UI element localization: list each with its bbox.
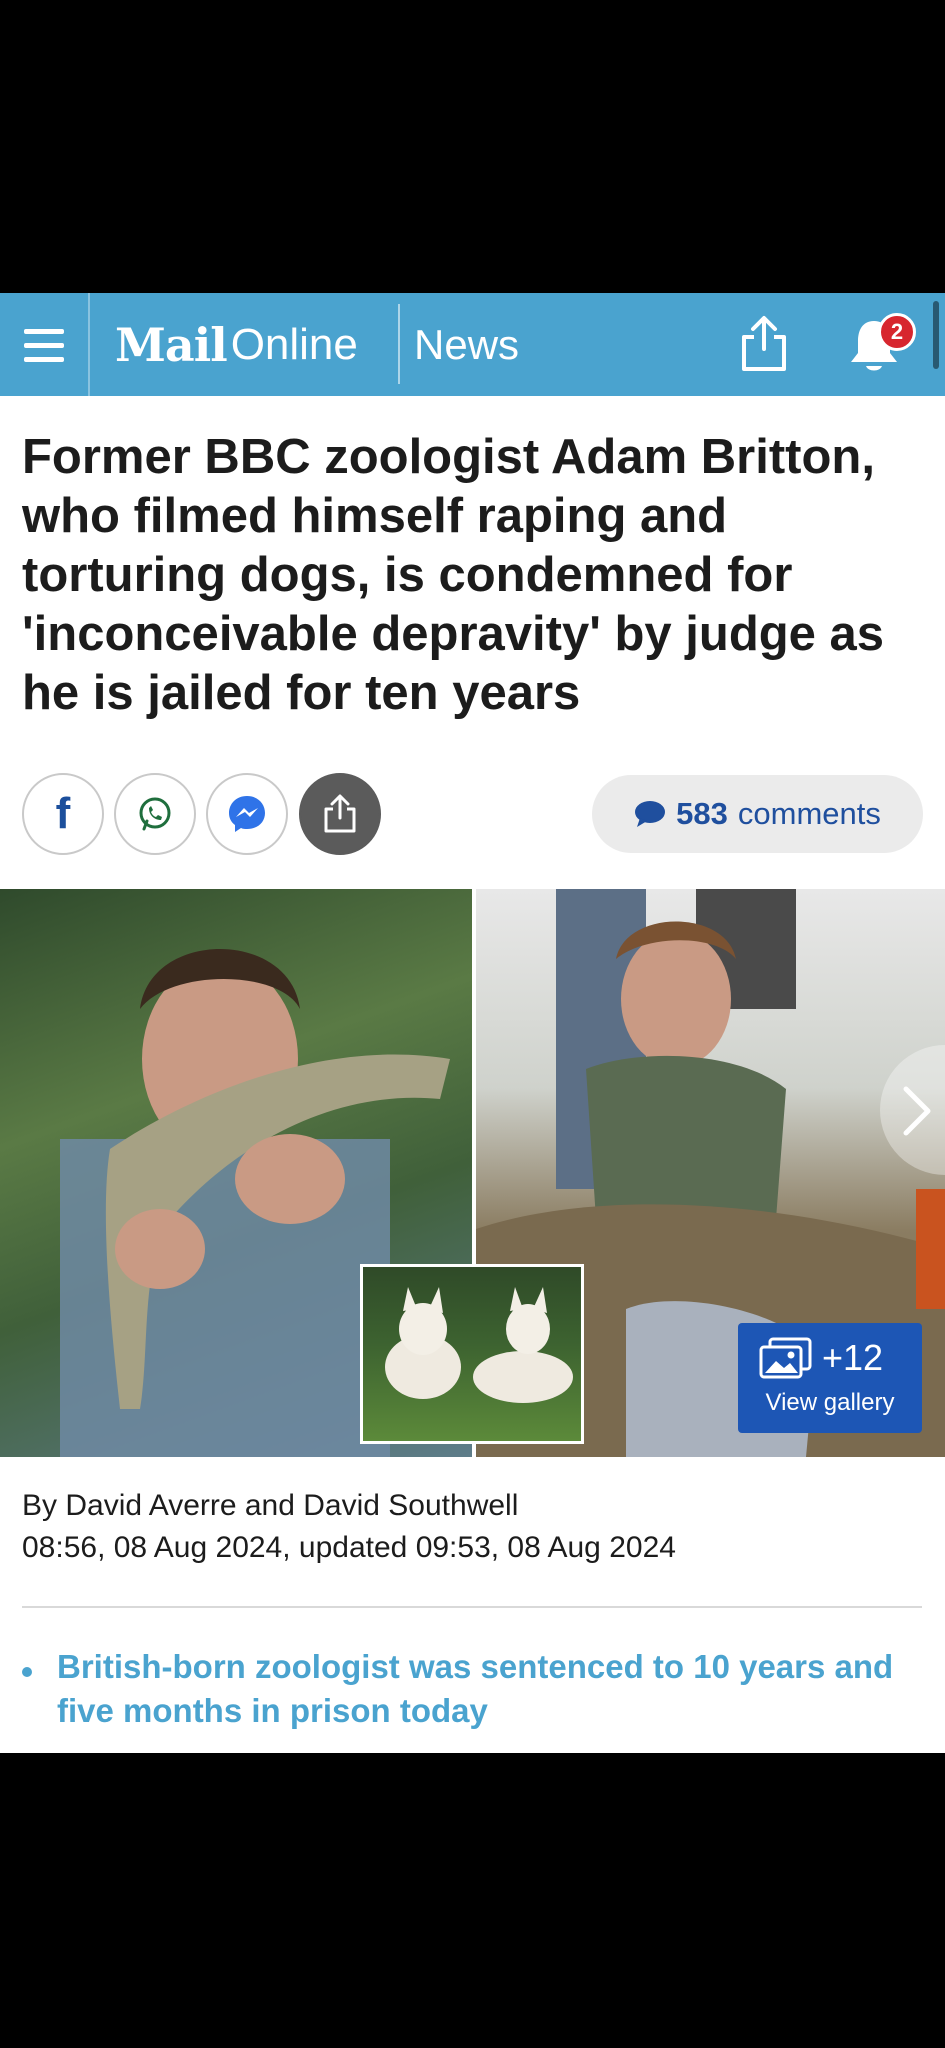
- whatsapp-share-button[interactable]: [114, 773, 196, 855]
- menu-button[interactable]: [0, 293, 90, 396]
- messenger-share-button[interactable]: [206, 773, 288, 855]
- article-dateline: 08:56, 08 Aug 2024, updated 09:53, 08 Au…: [22, 1531, 676, 1564]
- article-page: Mail Online News 2 Former BBC zoologist …: [0, 293, 945, 1753]
- gallery-count: +12: [822, 1337, 884, 1378]
- comments-count: 583: [676, 796, 728, 831]
- bullet-marker: [22, 1667, 32, 1677]
- logo-mail-text: Mail: [115, 317, 228, 372]
- article-headline: Former BBC zoologist Adam Britton, who f…: [22, 430, 885, 720]
- facebook-share-button[interactable]: f: [22, 773, 104, 855]
- scrollbar[interactable]: [933, 301, 939, 369]
- comments-label: comments: [737, 796, 881, 831]
- logo-online-text: Online: [230, 319, 358, 369]
- comments-button[interactable]: 583 comments: [592, 775, 923, 853]
- chevron-right-icon: [903, 1086, 931, 1136]
- whatsapp-icon: [139, 797, 171, 831]
- top-navigation-bar: Mail Online News 2: [0, 293, 945, 396]
- summary-bullet: British-born zoologist was sentenced to …: [57, 1648, 894, 1729]
- gallery-label: View gallery: [765, 1389, 895, 1416]
- notification-badge[interactable]: 2: [878, 313, 916, 351]
- article-hero-image[interactable]: +12 View gallery: [0, 889, 945, 1457]
- gallery-icon: [759, 1337, 812, 1379]
- menu-icon: [24, 343, 64, 348]
- section-title[interactable]: News: [414, 321, 519, 369]
- menu-icon: [24, 357, 64, 362]
- comment-bubble-icon: [635, 801, 666, 827]
- view-gallery-button[interactable]: +12 View gallery: [738, 1323, 922, 1433]
- article-byline: By David Averre and David Southwell: [22, 1489, 519, 1522]
- share-icon[interactable]: [738, 315, 790, 373]
- divider: [22, 1606, 922, 1608]
- more-share-button[interactable]: [299, 773, 381, 855]
- header-divider: [398, 304, 400, 384]
- share-icon: [324, 794, 356, 833]
- messenger-icon: [229, 796, 265, 832]
- menu-icon: [24, 329, 64, 334]
- facebook-icon: f: [55, 789, 71, 838]
- inset-photo-dogs: [360, 1264, 584, 1444]
- site-logo[interactable]: Mail Online: [115, 317, 358, 372]
